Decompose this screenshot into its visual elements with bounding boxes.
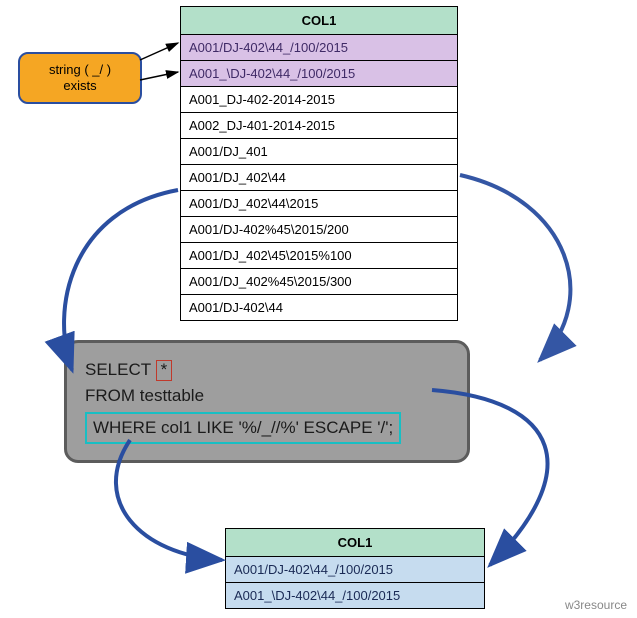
table-row: A001/DJ_401 (181, 139, 458, 165)
table-cell: A002_DJ-401-2014-2015 (181, 113, 458, 139)
table-row: A001_\DJ-402\44_/100/2015 (226, 583, 485, 609)
table-cell: A001/DJ_401 (181, 139, 458, 165)
table-row: A001_\DJ-402\44_/100/2015 (181, 61, 458, 87)
table-row: A001/DJ_402\45\2015%100 (181, 243, 458, 269)
sql-select-star: * (156, 360, 173, 381)
table-row: A002_DJ-401-2014-2015 (181, 113, 458, 139)
table-cell: A001/DJ-402\44_/100/2015 (181, 35, 458, 61)
sql-select-keyword: SELECT (85, 360, 151, 379)
table-row: A001/DJ-402\44_/100/2015 (181, 35, 458, 61)
callout-string-exists: string ( _/ ) exists (18, 52, 142, 104)
table-row: A001/DJ_402%45\2015/300 (181, 269, 458, 295)
table-cell: A001_DJ-402-2014-2015 (181, 87, 458, 113)
table-row: A001/DJ_402\44 (181, 165, 458, 191)
table-cell: A001/DJ_402\45\2015%100 (181, 243, 458, 269)
table-cell: A001/DJ-402\44 (181, 295, 458, 321)
result-table: COL1 A001/DJ-402\44_/100/2015A001_\DJ-40… (225, 528, 485, 609)
credit-text: w3resource (565, 598, 627, 612)
table-row: A001/DJ_402\44\2015 (181, 191, 458, 217)
result-table-header: COL1 (226, 529, 485, 557)
table-cell: A001/DJ_402%45\2015/300 (181, 269, 458, 295)
table-row: A001/DJ-402\44 (181, 295, 458, 321)
callout-line2: exists (63, 78, 96, 93)
source-table: COL1 A001/DJ-402\44_/100/2015A001_\DJ-40… (180, 6, 458, 321)
table-cell: A001/DJ-402%45\2015/200 (181, 217, 458, 243)
table-row: A001_DJ-402-2014-2015 (181, 87, 458, 113)
sql-query-box: SELECT * FROM testtable WHERE col1 LIKE … (64, 340, 470, 463)
source-table-header: COL1 (181, 7, 458, 35)
sql-where-line: WHERE col1 LIKE '%/_//%' ESCAPE '/'; (85, 412, 401, 444)
table-cell: A001/DJ_402\44 (181, 165, 458, 191)
sql-from-line: FROM testtable (85, 383, 449, 409)
table-cell: A001/DJ-402\44_/100/2015 (226, 557, 485, 583)
table-row: A001/DJ-402\44_/100/2015 (226, 557, 485, 583)
table-cell: A001_\DJ-402\44_/100/2015 (226, 583, 485, 609)
table-cell: A001_\DJ-402\44_/100/2015 (181, 61, 458, 87)
table-cell: A001/DJ_402\44\2015 (181, 191, 458, 217)
table-row: A001/DJ-402%45\2015/200 (181, 217, 458, 243)
callout-line1: string ( _/ ) (49, 62, 111, 77)
